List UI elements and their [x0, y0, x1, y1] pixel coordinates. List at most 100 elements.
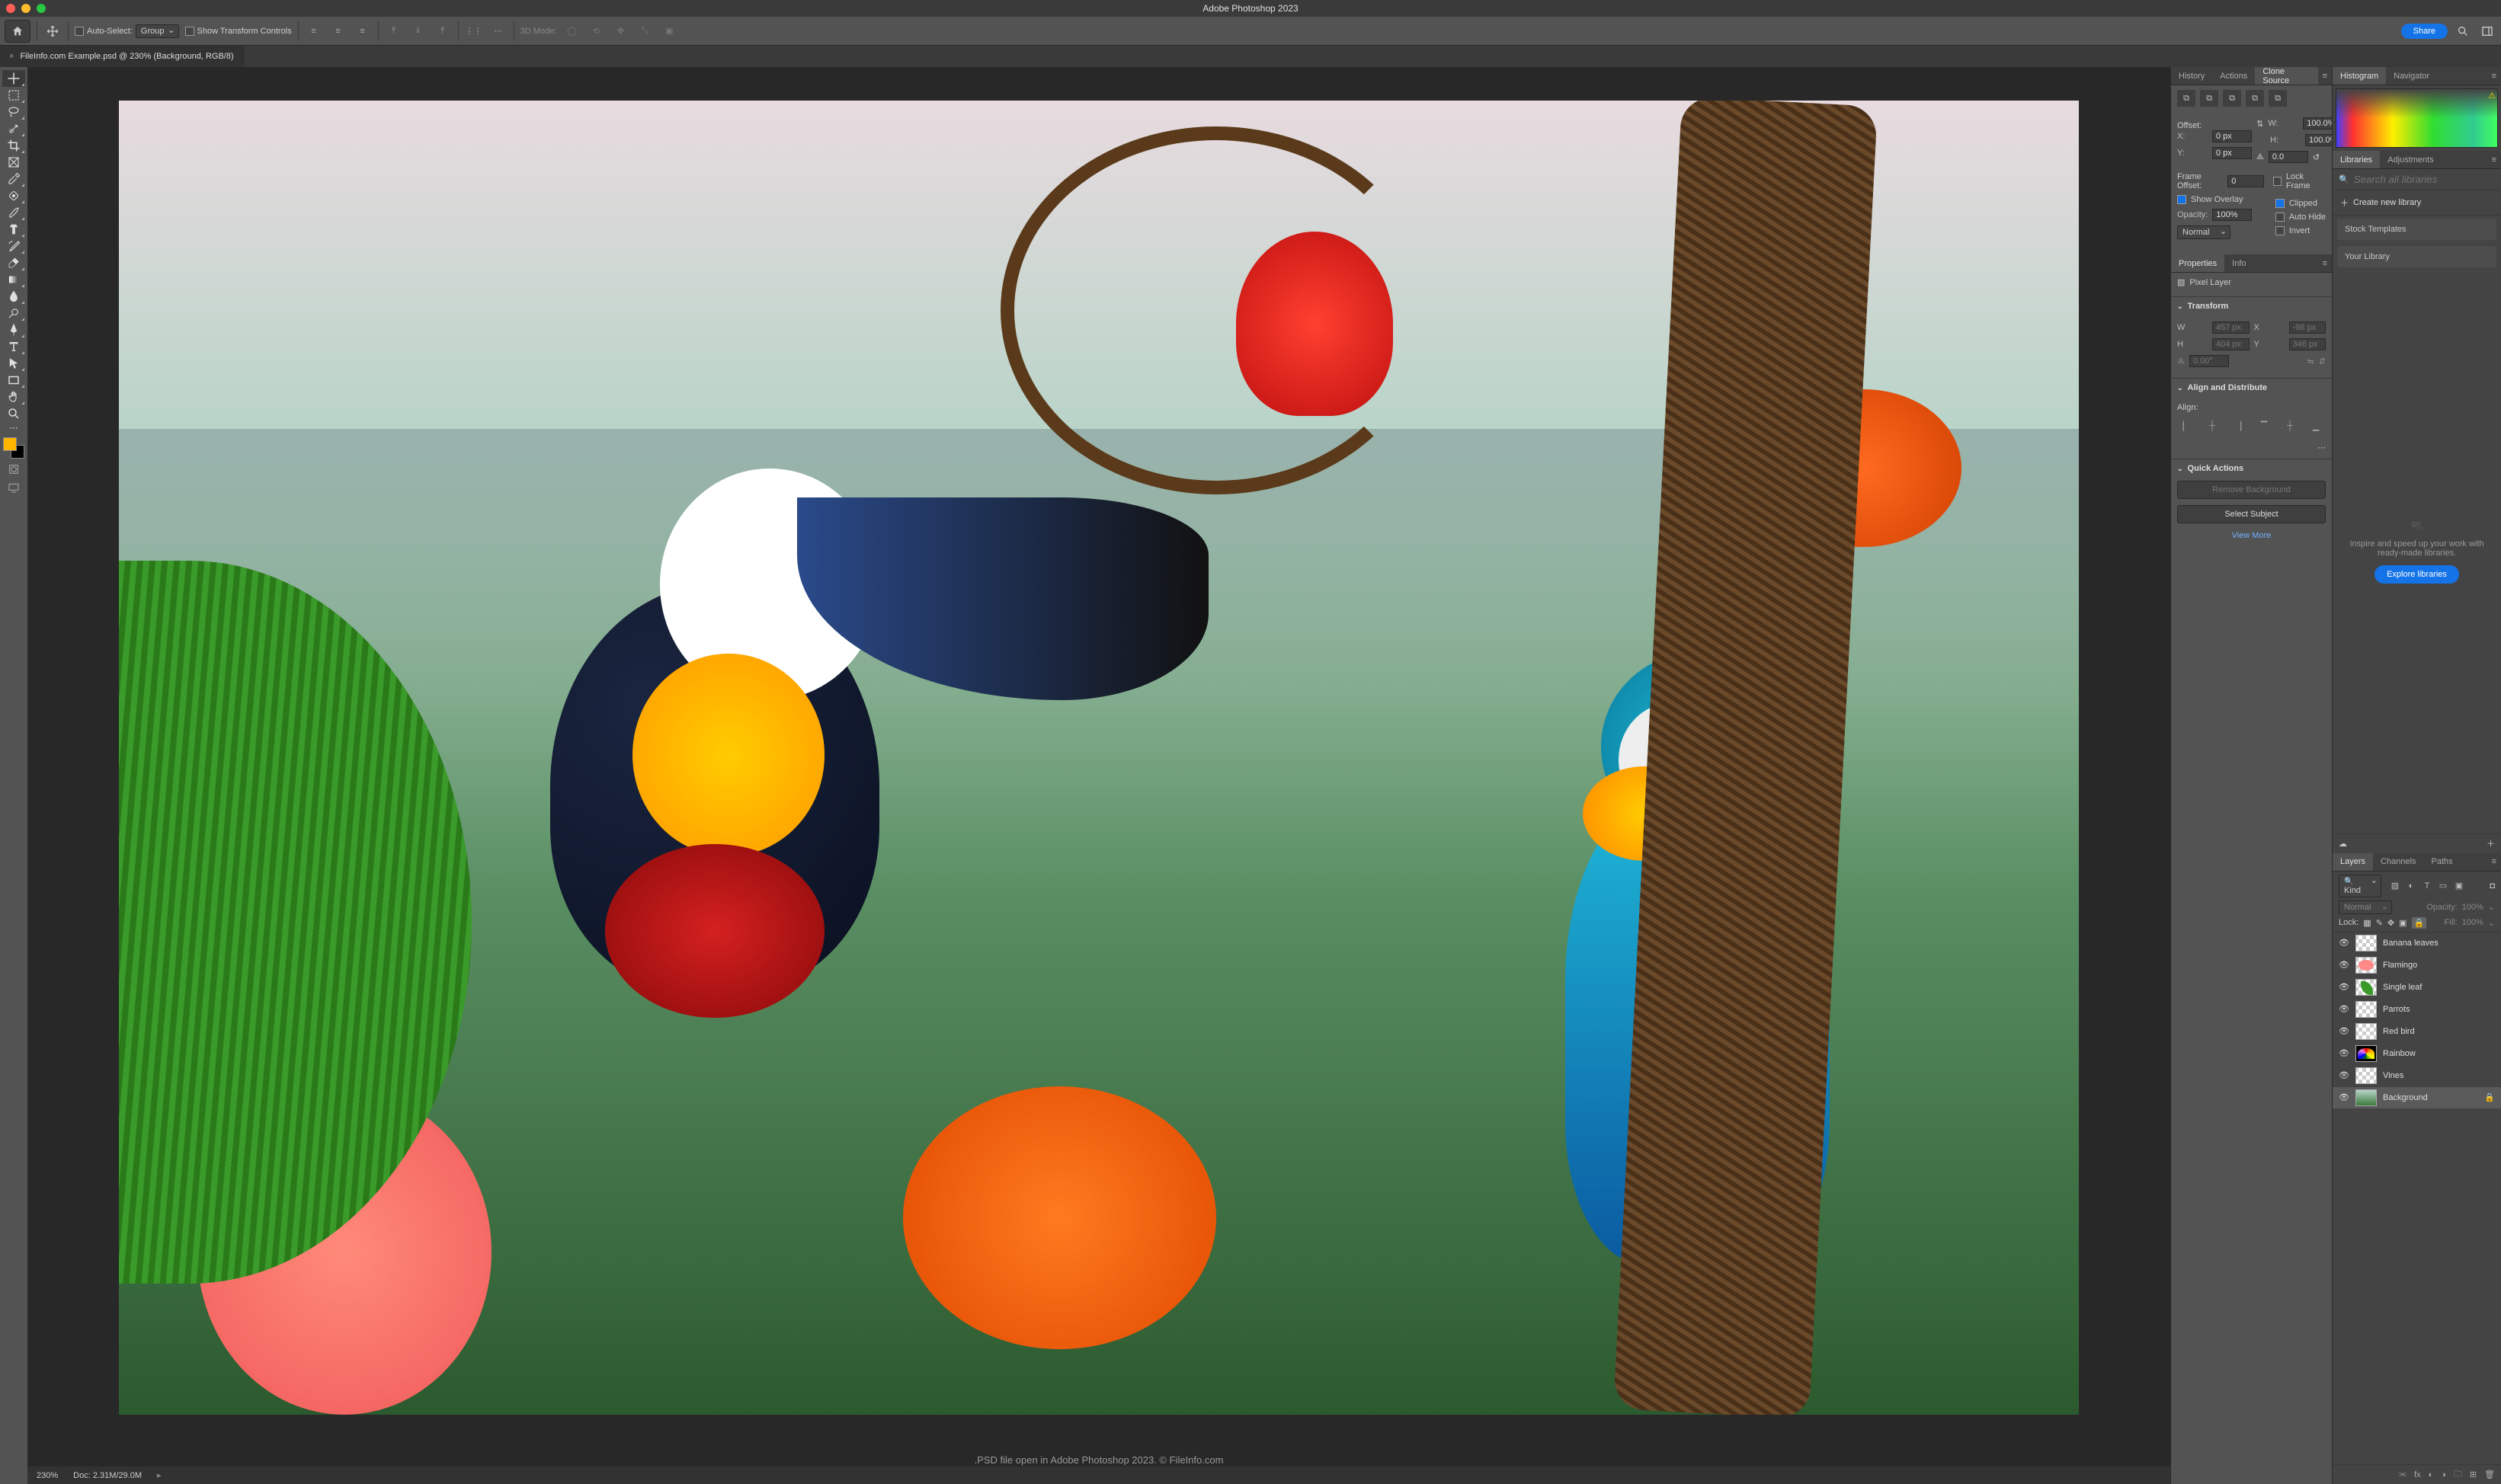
layer-thumbnail[interactable] [2355, 957, 2377, 974]
layer-name[interactable]: Single leaf [2383, 983, 2495, 992]
brush-tool[interactable] [2, 204, 25, 221]
angle-field[interactable]: 0.0 [2269, 151, 2308, 163]
path-selection-tool[interactable] [2, 355, 25, 372]
home-button[interactable] [5, 20, 30, 43]
layer-thumbnail[interactable] [2355, 935, 2377, 951]
clone-source-1[interactable]: ⧉ [2177, 90, 2195, 107]
zoom-level[interactable]: 230% [37, 1471, 58, 1480]
auto-select-checkbox[interactable] [75, 27, 84, 36]
auto-select-dropdown[interactable]: Group [136, 24, 179, 38]
layer-filter-dropdown[interactable]: 🔍 Kind [2339, 875, 2381, 897]
panel-menu-icon[interactable]: ≡ [2487, 853, 2501, 871]
quick-actions-section[interactable]: ⌄Quick Actions [2171, 459, 2332, 478]
layer-name[interactable]: Background [2383, 1093, 2478, 1102]
align-h-centers-icon[interactable]: ┼ [2203, 417, 2221, 435]
lock-image-icon[interactable]: ✎ [2376, 918, 2383, 928]
layer-thumbnail[interactable] [2355, 1089, 2377, 1106]
layer-row[interactable]: 👁Background🔒 [2333, 1087, 2501, 1109]
adjustment-layer-icon[interactable]: ◑ [2441, 1470, 2446, 1479]
layer-row[interactable]: 👁Flamingo [2333, 955, 2501, 977]
link-wh-icon[interactable]: ⇅ [2256, 119, 2263, 129]
align-bottom-edges-icon[interactable]: ▁ [2307, 417, 2325, 435]
filter-toggle-icon[interactable]: ◘ [2490, 881, 2495, 891]
align-middle-v-icon[interactable]: ⫰ [409, 22, 428, 40]
explore-libraries-button[interactable]: Explore libraries [2375, 565, 2459, 584]
quick-mask-icon[interactable] [5, 462, 22, 477]
layer-name[interactable]: Rainbow [2383, 1049, 2495, 1058]
tab-actions[interactable]: Actions [2212, 67, 2255, 85]
show-transform-option[interactable]: Show Transform Controls [185, 27, 292, 36]
visibility-toggle-icon[interactable]: 👁 [2339, 1048, 2349, 1058]
histogram-warning-icon[interactable]: ⚠ [2488, 91, 2496, 101]
view-more-link[interactable]: View More [2171, 526, 2332, 545]
visibility-toggle-icon[interactable]: 👁 [2339, 938, 2349, 948]
close-tab-icon[interactable]: × [9, 52, 14, 61]
filter-shape-icon[interactable]: ▭ [2437, 880, 2449, 892]
offset-y-field[interactable]: 0 px [2212, 147, 2252, 159]
lock-transparency-icon[interactable]: ▦ [2363, 918, 2371, 928]
show-transform-checkbox[interactable] [185, 27, 194, 36]
type-tool[interactable] [2, 338, 25, 355]
layer-name[interactable]: Vines [2383, 1071, 2495, 1080]
tab-libraries[interactable]: Libraries [2333, 151, 2380, 168]
blur-tool[interactable] [2, 288, 25, 305]
doc-info[interactable]: Doc: 2.31M/29.0M [73, 1471, 142, 1480]
history-brush-tool[interactable] [2, 238, 25, 254]
layer-thumbnail[interactable] [2355, 1045, 2377, 1062]
clone-source-2[interactable]: ⧉ [2200, 90, 2218, 107]
layer-row[interactable]: 👁Banana leaves [2333, 932, 2501, 955]
tab-layers[interactable]: Layers [2333, 853, 2373, 871]
lock-position-icon[interactable]: ✥ [2387, 918, 2394, 928]
lock-artboard-icon[interactable]: ▣ [2399, 918, 2407, 928]
visibility-toggle-icon[interactable]: 👁 [2339, 1026, 2349, 1036]
clone-source-5[interactable]: ⧉ [2269, 90, 2287, 107]
foreground-background-colors[interactable] [3, 437, 24, 459]
clone-source-4[interactable]: ⧉ [2246, 90, 2264, 107]
overlay-opacity-field[interactable]: 100% [2212, 209, 2252, 221]
panel-menu-icon[interactable]: ≡ [2487, 151, 2501, 168]
more-options-icon[interactable]: ⋯ [489, 22, 508, 40]
pen-tool[interactable] [2, 321, 25, 338]
add-to-library-icon[interactable]: ＋ [2487, 837, 2495, 849]
layer-row[interactable]: 👁Parrots [2333, 999, 2501, 1021]
align-left-edges-icon[interactable]: ▏ [2177, 417, 2195, 435]
create-library-button[interactable]: ＋ Create new library [2333, 190, 2501, 216]
edit-toolbar-icon[interactable]: ⋯ [2, 422, 25, 433]
frame-tool[interactable] [2, 154, 25, 171]
filter-adjustment-icon[interactable]: ◐ [2405, 880, 2417, 892]
more-align-icon[interactable]: ⋯ [2317, 443, 2326, 453]
lasso-tool[interactable] [2, 104, 25, 120]
layer-name[interactable]: Flamingo [2383, 961, 2495, 970]
clone-stamp-tool[interactable] [2, 221, 25, 238]
layer-thumbnail[interactable] [2355, 979, 2377, 996]
visibility-toggle-icon[interactable]: 👁 [2339, 1092, 2349, 1102]
hand-tool[interactable] [2, 389, 25, 405]
close-window-button[interactable] [6, 4, 15, 13]
layer-thumbnail[interactable] [2355, 1023, 2377, 1040]
tab-paths[interactable]: Paths [2424, 853, 2461, 871]
status-more-icon[interactable]: ▸ [157, 1470, 162, 1480]
clipped-checkbox[interactable] [2275, 199, 2285, 208]
layer-row[interactable]: 👁 Rainbow [2333, 1043, 2501, 1065]
layer-name[interactable]: Parrots [2383, 1005, 2495, 1014]
flip-v-icon[interactable]: ⇵ [2319, 357, 2326, 366]
your-library-item[interactable]: Your Library [2337, 246, 2496, 267]
layer-mask-icon[interactable]: ◐ [2429, 1470, 2434, 1479]
spot-healing-tool[interactable] [2, 187, 25, 204]
offset-x-field[interactable]: 0 px [2212, 130, 2252, 142]
dodge-tool[interactable] [2, 305, 25, 321]
layer-name[interactable]: Red bird [2383, 1027, 2495, 1036]
align-v-centers-icon[interactable]: ┼ [2281, 417, 2299, 435]
document-tab[interactable]: × FileInfo.com Example.psd @ 230% (Backg… [0, 46, 244, 67]
align-center-h-icon[interactable]: ≡ [329, 22, 347, 40]
workspace-switcher-icon[interactable] [2478, 22, 2496, 40]
rectangle-tool[interactable] [2, 372, 25, 389]
new-layer-icon[interactable]: ⊞ [2470, 1470, 2477, 1479]
filter-type-icon[interactable]: T [2421, 880, 2433, 892]
tab-clone-source[interactable]: Clone Source [2255, 67, 2317, 85]
cloud-sync-icon[interactable]: ☁ [2339, 839, 2347, 849]
layer-row[interactable]: 👁Single leaf [2333, 977, 2501, 999]
show-overlay-checkbox[interactable] [2177, 195, 2186, 204]
tab-adjustments[interactable]: Adjustments [2380, 151, 2442, 168]
auto-select-option[interactable]: Auto-Select: Group [75, 24, 179, 38]
